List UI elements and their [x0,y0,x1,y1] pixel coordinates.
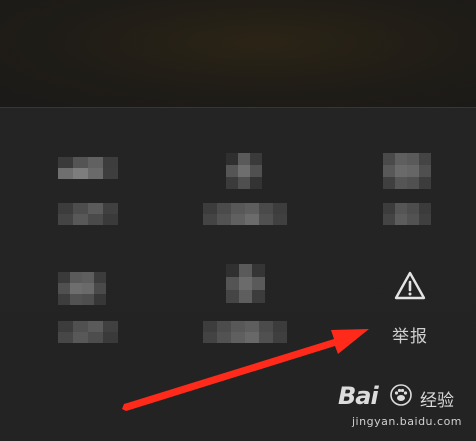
watermark-url: jingyan.baidu.com [352,415,463,428]
share-option-label-5 [203,321,287,343]
report-label: 举报 [392,327,428,347]
share-option-label-4 [58,321,118,343]
watermark-logo: Bai [338,382,379,410]
warning-triangle-icon [394,271,426,300]
share-option-label-2 [203,203,287,225]
share-option-icon-2[interactable] [226,153,262,189]
share-option-icon-5[interactable] [226,264,265,303]
share-option-label-3 [383,203,431,225]
video-preview-area[interactable] [0,0,476,107]
watermark-suffix: 经验 [420,391,454,411]
report-button[interactable]: 举报 [380,266,440,356]
share-option-icon-4[interactable] [58,272,106,305]
share-option-icon-1[interactable] [58,157,118,179]
share-option-label-1 [58,203,118,225]
share-option-icon-3[interactable] [383,153,431,189]
baidu-jingyan-watermark: Bai 经验 jingyan.baidu.com [330,378,470,438]
share-sheet-screen: 举报 Bai 经验 jingyan.baidu.com [0,0,476,441]
paw-icon [390,384,412,406]
